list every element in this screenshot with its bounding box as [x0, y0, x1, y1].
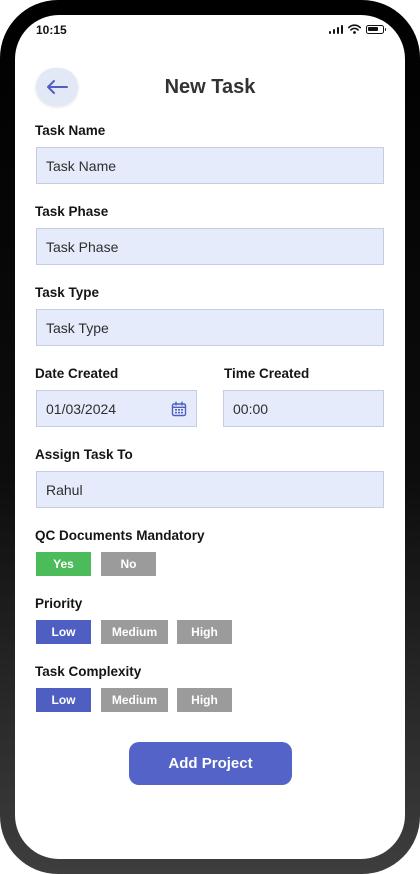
- phone-frame: 10:15 New Task Task Name Task Name Task: [0, 0, 420, 874]
- calendar-icon[interactable]: [171, 401, 187, 417]
- task-type-placeholder: Task Type: [46, 319, 109, 336]
- task-phase-label: Task Phase: [35, 204, 109, 219]
- page-title: New Task: [164, 76, 256, 98]
- task-name-input[interactable]: Task Name: [36, 147, 384, 184]
- date-created-label: Date Created: [35, 366, 119, 381]
- complexity-low-button[interactable]: Low: [36, 688, 91, 712]
- battery-icon: [366, 24, 386, 34]
- qc-documents-label: QC Documents Mandatory: [35, 528, 205, 543]
- status-time: 10:15: [36, 23, 67, 37]
- priority-medium-button[interactable]: Medium: [101, 620, 168, 644]
- assign-task-to-field[interactable]: Rahul: [36, 471, 384, 508]
- qc-no-button[interactable]: No: [101, 552, 156, 576]
- task-name-label: Task Name: [35, 123, 106, 138]
- complexity-high-button[interactable]: High: [177, 688, 232, 712]
- status-icons: [328, 24, 386, 34]
- task-name-placeholder: Task Name: [46, 157, 117, 174]
- task-type-input[interactable]: Task Type: [36, 309, 384, 346]
- assign-task-to-value: Rahul: [46, 481, 83, 498]
- date-created-field[interactable]: 01/03/2024: [36, 390, 197, 427]
- task-phase-input[interactable]: Task Phase: [36, 228, 384, 265]
- time-created-label: Time Created: [224, 366, 310, 381]
- priority-label: Priority: [35, 596, 83, 611]
- complexity-medium-button[interactable]: Medium: [101, 688, 168, 712]
- priority-high-button[interactable]: High: [177, 620, 232, 644]
- time-created-value: 00:00: [233, 400, 269, 417]
- time-created-field[interactable]: 00:00: [223, 390, 384, 427]
- date-created-value: 01/03/2024: [46, 400, 117, 417]
- wifi-icon: [348, 24, 361, 34]
- assign-task-to-label: Assign Task To: [35, 447, 133, 462]
- task-phase-placeholder: Task Phase: [46, 238, 119, 255]
- task-type-label: Task Type: [35, 285, 100, 300]
- cellular-signal-icon: [328, 24, 343, 34]
- qc-yes-button[interactable]: Yes: [36, 552, 91, 576]
- priority-low-button[interactable]: Low: [36, 620, 91, 644]
- app-screen: 10:15 New Task Task Name Task Name Task: [15, 15, 405, 859]
- task-complexity-label: Task Complexity: [35, 664, 142, 679]
- add-project-button[interactable]: Add Project: [129, 742, 292, 785]
